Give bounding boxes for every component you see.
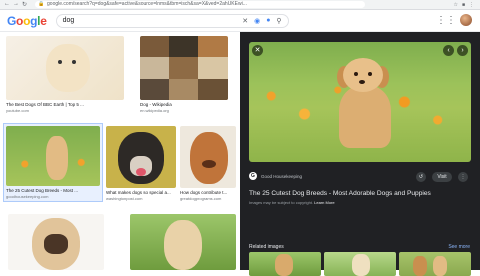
- result-image[interactable]: [106, 126, 176, 188]
- extension-icon[interactable]: ■: [462, 2, 465, 8]
- search-actions: ✕ ◉ ● ⚲: [242, 17, 281, 25]
- forward-icon[interactable]: →: [13, 1, 19, 8]
- visit-button[interactable]: Visit: [432, 172, 452, 182]
- result-tile[interactable]: Dog - Wikipedia en.wikipedia.org: [140, 36, 228, 113]
- star-icon[interactable]: ☆: [453, 2, 457, 8]
- preview-title[interactable]: The 25 Cutest Dog Breeds - Most Adorable…: [249, 190, 431, 197]
- source-name: Good Housekeeping: [261, 173, 303, 179]
- result-source: en.wikipedia.org: [140, 108, 169, 113]
- google-header: Google dog ✕ ◉ ● ⚲ ⋮⋮: [0, 10, 480, 32]
- result-image[interactable]: [180, 126, 236, 188]
- address-text: google.com/search?q=dog&safe=active&sour…: [47, 1, 247, 7]
- avatar[interactable]: [460, 14, 472, 26]
- browser-nav: ← → ↻: [4, 1, 27, 8]
- result-source: washingtonpost.com: [106, 196, 143, 201]
- next-icon[interactable]: ›: [457, 45, 468, 56]
- result-caption[interactable]: The 25 Cutest Dog Breeds - Most ...: [6, 188, 100, 193]
- preview-source[interactable]: G Good Housekeeping: [249, 172, 302, 180]
- search-box[interactable]: dog ✕ ◉ ● ⚲: [55, 13, 289, 28]
- related-image[interactable]: [249, 252, 321, 276]
- search-input[interactable]: dog: [63, 17, 243, 24]
- related-images-label: Related images: [249, 244, 284, 250]
- result-caption[interactable]: What makes dogs so special a...: [106, 190, 176, 195]
- result-tile[interactable]: [8, 214, 104, 270]
- lock-icon: 🔒: [38, 1, 45, 7]
- result-caption[interactable]: How dogs contribute t...: [180, 190, 236, 195]
- prev-icon[interactable]: ‹: [443, 45, 454, 56]
- search-icon[interactable]: ⚲: [276, 17, 281, 25]
- share-icon[interactable]: ↺: [416, 172, 426, 182]
- related-image[interactable]: [399, 252, 471, 276]
- result-tile[interactable]: The Best Dogs Of BBC Earth | Top 5 ... y…: [6, 36, 124, 113]
- menu-icon[interactable]: ⋮: [469, 2, 474, 8]
- mic-icon[interactable]: ●: [266, 17, 270, 25]
- browser-toolbar: ← → ↻ 🔒 google.com/search?q=dog&safe=act…: [0, 0, 480, 10]
- result-image[interactable]: [6, 126, 100, 186]
- source-logo-icon: G: [249, 172, 257, 180]
- close-icon[interactable]: ✕: [252, 45, 263, 56]
- result-tile-selected[interactable]: The 25 Cutest Dog Breeds - Most ... good…: [3, 123, 103, 202]
- copyright-text: Images may be subject to copyright.: [249, 200, 314, 205]
- result-source: youtube.com: [6, 108, 29, 113]
- puppy-illustration: [335, 58, 395, 154]
- see-more-link[interactable]: See more: [448, 244, 470, 250]
- preview-subtitle: Images may be subject to copyright. Lear…: [249, 200, 335, 205]
- result-tile[interactable]: How dogs contribute t... greatdogprogram…: [180, 126, 236, 201]
- back-icon[interactable]: ←: [4, 1, 10, 8]
- related-image[interactable]: [324, 252, 396, 276]
- reload-icon[interactable]: ↻: [22, 1, 27, 8]
- result-image[interactable]: [6, 36, 124, 100]
- result-image[interactable]: [130, 214, 236, 270]
- result-source: greatdogprograms.com: [180, 196, 222, 201]
- clear-icon[interactable]: ✕: [242, 17, 248, 25]
- result-caption[interactable]: Dog - Wikipedia: [140, 102, 228, 107]
- image-results: The Best Dogs Of BBC Earth | Top 5 ... y…: [0, 32, 240, 270]
- preview-actions: ↺ Visit ⋮: [416, 172, 468, 182]
- more-icon[interactable]: ⋮: [458, 172, 468, 182]
- address-bar[interactable]: 🔒 google.com/search?q=dog&safe=active&so…: [35, 1, 366, 8]
- camera-icon[interactable]: ◉: [254, 17, 260, 25]
- result-caption[interactable]: The Best Dogs Of BBC Earth | Top 5 ...: [6, 102, 124, 107]
- learn-more-link[interactable]: Learn More: [314, 200, 334, 205]
- apps-icon[interactable]: ⋮⋮: [436, 15, 456, 26]
- browser-actions: ☆ ■ ⋮: [453, 2, 474, 8]
- result-tile[interactable]: What makes dogs so special a... washingt…: [106, 126, 176, 201]
- result-image[interactable]: [140, 36, 228, 100]
- preview-image[interactable]: ✕ ‹ ›: [249, 42, 471, 162]
- preview-panel: ✕ ‹ › G Good Housekeeping ↺ Visit ⋮ The …: [240, 32, 480, 276]
- result-image[interactable]: [8, 214, 104, 270]
- result-tile[interactable]: [130, 214, 236, 270]
- result-source: goodhousekeeping.com: [6, 194, 49, 199]
- google-logo[interactable]: Google: [7, 14, 47, 28]
